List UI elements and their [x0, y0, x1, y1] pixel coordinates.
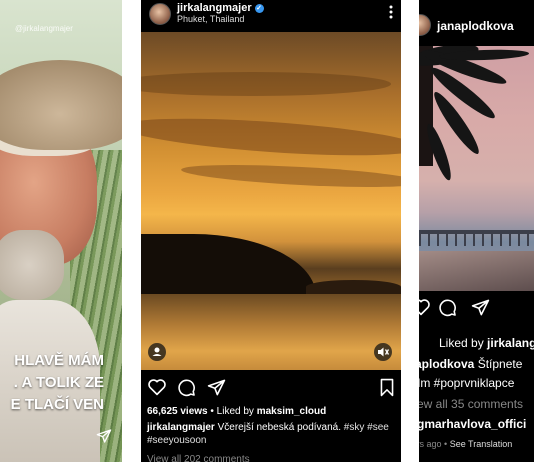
verified-icon: ✓	[254, 4, 264, 13]
post-time: ys ago	[419, 439, 442, 449]
heart-icon[interactable]	[419, 298, 431, 316]
share-icon[interactable]	[207, 378, 226, 397]
straw-hat	[0, 60, 122, 150]
post-username[interactable]: jirkalangmajer ✓	[177, 2, 264, 14]
caption-username[interactable]: jirkalangmajer	[147, 422, 215, 433]
story-caption: HLAVĚ MÁM . A TOLIK ZE E TLAČÍ VEN	[0, 350, 122, 416]
more-icon[interactable]	[389, 5, 393, 19]
username-text[interactable]: jirkalangmajer	[177, 2, 252, 14]
post-meta: ys ago • See Translation	[419, 439, 512, 449]
share-icon[interactable]	[471, 298, 490, 317]
post-panel-right: janaplodkova Liked by jirkalang aplodkov…	[419, 0, 534, 462]
beach-sand	[419, 251, 534, 291]
hashtag[interactable]: #sky	[344, 422, 365, 433]
caption-line-3: E TLAČÍ VEN	[10, 396, 104, 413]
caption-line-1: HLAVĚ MÁM	[14, 352, 104, 369]
post-actions	[147, 378, 395, 398]
caption-username[interactable]: aplodkova	[419, 357, 474, 371]
pier-posts	[419, 234, 534, 246]
avatar[interactable]	[419, 14, 431, 36]
send-icon[interactable]	[96, 428, 112, 444]
avatar[interactable]	[149, 3, 171, 25]
person-beard	[0, 230, 64, 300]
cloud	[141, 72, 391, 96]
caption-text: Včerejší nebeská podívaná.	[217, 422, 342, 433]
liked-by-prefix: Liked by	[439, 336, 484, 350]
distant-island	[306, 280, 401, 294]
heart-icon[interactable]	[147, 378, 167, 396]
views-count[interactable]: 66,625 views	[147, 406, 208, 417]
sea-water	[141, 294, 401, 370]
post-image-sunset[interactable]	[141, 32, 401, 370]
liked-by-user[interactable]: maksim_cloud	[257, 406, 326, 417]
hashtag[interactable]: #seeyousoon	[147, 435, 207, 446]
muted-icon[interactable]	[374, 343, 392, 361]
story-panel-left[interactable]: @jirkalangmajer HLAVĚ MÁM . A TOLIK ZE E…	[0, 0, 122, 462]
caption-hashtags[interactable]: llm #poprvniklapce	[419, 376, 514, 390]
tag-people-icon[interactable]	[148, 343, 166, 361]
island-silhouette	[141, 234, 316, 296]
bookmark-icon[interactable]	[379, 378, 395, 397]
post-image-beach[interactable]	[419, 46, 534, 291]
likes-line: 66,625 views • Liked by maksim_cloud	[147, 406, 326, 417]
post-username[interactable]: janaplodkova	[437, 19, 514, 33]
comment-icon[interactable]	[177, 378, 196, 397]
comment-icon[interactable]	[438, 298, 457, 317]
post-location[interactable]: Phuket, Thailand	[177, 14, 244, 24]
comment-username[interactable]: gmarhavlova_offici	[419, 417, 526, 431]
hashtag[interactable]: #see	[367, 422, 389, 433]
see-translation-link[interactable]: See Translation	[450, 439, 513, 449]
view-all-comments[interactable]: View all 202 comments	[147, 454, 250, 462]
liked-by-user[interactable]: jirkalang	[487, 336, 534, 350]
cloud	[141, 111, 401, 163]
liked-by-prefix: Liked by	[216, 406, 254, 417]
caption-text: Štípnete	[477, 357, 523, 371]
caption-line-2: . A TOLIK ZE	[13, 374, 104, 391]
post-panel-middle: jirkalangmajer ✓ Phuket, Thailand 66,625…	[141, 0, 401, 462]
post-caption: jirkalangmajer Včerejší nebeská podívaná…	[147, 421, 397, 447]
post-actions	[419, 298, 531, 318]
post-header: jirkalangmajer ✓ Phuket, Thailand	[141, 0, 401, 30]
view-all-comments[interactable]: ew all 35 comments	[419, 397, 523, 411]
story-watermark: @jirkalangmajer	[15, 24, 73, 33]
likes-line: Liked by jirkalang	[419, 336, 534, 350]
post-caption: aplodkova Štípnete	[419, 357, 522, 371]
cloud	[180, 160, 401, 192]
